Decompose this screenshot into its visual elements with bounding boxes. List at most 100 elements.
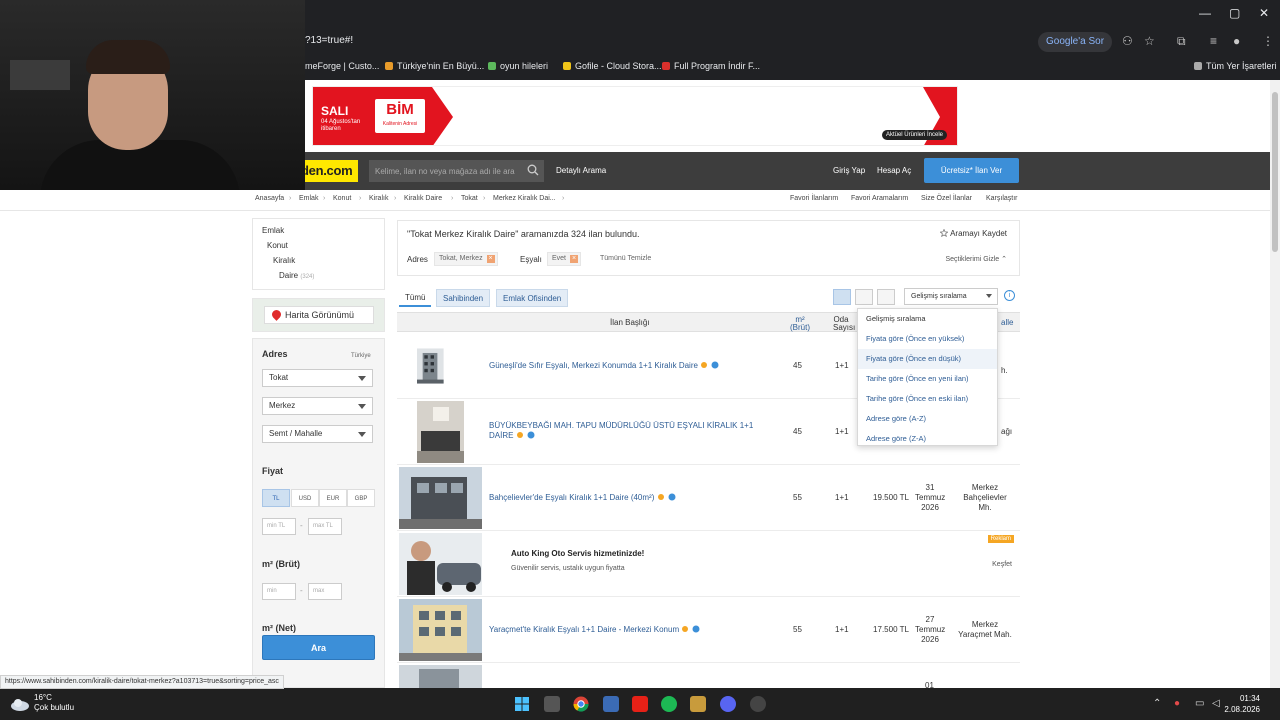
listing-title[interactable]: Yaraçmet'te Kiralık Eşyalı 1+1 Daire - M…	[489, 625, 759, 635]
gross-max-input[interactable]: max	[308, 583, 342, 600]
listing-thumbnail[interactable]	[417, 335, 464, 397]
youtube-icon[interactable]	[632, 696, 648, 712]
sort-option-advanced[interactable]: Gelişmiş sıralama	[858, 309, 997, 329]
remove-tag-icon[interactable]: ×	[570, 255, 579, 263]
breadcrumb-item[interactable]: Konut	[333, 195, 351, 202]
search-submit-button[interactable]: Ara	[262, 635, 375, 660]
menu-icon[interactable]: ⋮	[1262, 34, 1274, 48]
currency-usd[interactable]: USD	[291, 489, 319, 507]
table-row[interactable]: 01	[397, 663, 1020, 690]
sort-option-price-desc[interactable]: Fiyata göre (Önce en yüksek)	[858, 329, 997, 349]
bookmark-item[interactable]: Gofile - Cloud Stora...	[563, 61, 662, 71]
listing-title[interactable]: Güneşli'de Sıfır Eşyalı, Merkezi Konumda…	[489, 361, 759, 371]
sort-option-address-az[interactable]: Adrese göre (A-Z)	[858, 409, 997, 429]
bookmark-item[interactable]: meForge | Custo...	[305, 61, 379, 71]
table-row[interactable]: Yaraçmet'te Kiralık Eşyalı 1+1 Daire - M…	[397, 597, 1020, 663]
all-bookmarks[interactable]: Tüm Yer İşaretleri	[1194, 61, 1277, 71]
extension-icon[interactable]: ⚇	[1122, 34, 1133, 48]
clear-all-link[interactable]: Tümünü Temizle	[600, 255, 651, 262]
app-icon-2[interactable]	[750, 696, 766, 712]
special-listings-link[interactable]: Size Özel İlanlar	[921, 195, 972, 202]
favorite-searches-link[interactable]: Favori Aramalarım	[851, 195, 908, 202]
sort-option-price-asc[interactable]: Fiyata göre (Önce en düşük)	[858, 349, 997, 369]
category-konut[interactable]: Konut	[267, 241, 288, 250]
currency-gbp[interactable]: GBP	[347, 489, 375, 507]
price-max-input[interactable]: max TL	[308, 518, 342, 535]
column-rooms[interactable]: Oda Sayısı	[833, 316, 855, 332]
profile-icon[interactable]: ●	[1233, 34, 1240, 48]
price-min-input[interactable]: min TL	[262, 518, 296, 535]
volume-icon[interactable]: ◁	[1212, 698, 1220, 709]
weather-cloud-icon[interactable]	[10, 696, 30, 712]
map-view-button[interactable]: Harita Görünümü	[264, 306, 374, 324]
neighborhood-select[interactable]: Semt / Mahalle	[262, 425, 373, 443]
close-icon[interactable]: ✕	[1259, 6, 1269, 20]
table-row[interactable]: Bahçelievler'de Eşyalı Kiralık 1+1 Daire…	[397, 465, 1020, 531]
ad-thumbnail[interactable]	[399, 533, 482, 595]
breadcrumb-item[interactable]: Anasayfa	[255, 195, 284, 202]
listing-thumbnail[interactable]	[399, 467, 482, 529]
listing-thumbnail[interactable]	[399, 599, 482, 661]
compare-link[interactable]: Karşılaştır	[986, 195, 1018, 202]
login-link[interactable]: Giriş Yap	[833, 166, 865, 175]
hide-selected-link[interactable]: Seçtiklerimi Gizle ⌃	[946, 255, 1008, 263]
tab-all[interactable]: Tümü	[399, 289, 432, 307]
discord-icon[interactable]	[720, 696, 736, 712]
maximize-icon[interactable]: ▢	[1229, 6, 1240, 20]
sort-option-address-za[interactable]: Adrese göre (Z-A)	[858, 429, 997, 449]
listing-title[interactable]: Bahçelievler'de Eşyalı Kiralık 1+1 Daire…	[489, 493, 759, 503]
bookmark-item[interactable]: Türkiye'nin En Büyü...	[385, 61, 484, 71]
detailed-search-link[interactable]: Detaylı Arama	[556, 166, 606, 175]
gross-min-input[interactable]: min	[262, 583, 296, 600]
view-grid-icon[interactable]	[877, 289, 895, 305]
minimize-icon[interactable]: —	[1199, 6, 1211, 20]
sponsored-row[interactable]: Auto King Oto Servis hizmetinizde! Güven…	[397, 531, 1020, 597]
sort-option-date-new[interactable]: Tarihe göre (Önce en yeni ilan)	[858, 369, 997, 389]
bim-ad-banner[interactable]: SALI 04 Ağustos'tan itibaren BİM Kaliten…	[312, 86, 958, 146]
breadcrumb-item[interactable]: Emlak	[299, 195, 318, 202]
country-label[interactable]: Türkiye	[351, 353, 371, 359]
bookmark-item[interactable]: oyun hileleri	[488, 61, 548, 71]
app-icon[interactable]	[603, 696, 619, 712]
address-filter-tag[interactable]: Tokat, Merkez ×	[434, 252, 498, 266]
ad-cta-button[interactable]: Aktüel Ürünleri İncele	[881, 130, 947, 140]
discover-link[interactable]: Keşfet	[992, 561, 1012, 568]
city-select[interactable]: Tokat	[262, 369, 373, 387]
media-icon[interactable]: ≡	[1210, 34, 1217, 48]
post-ad-button[interactable]: Ücretsiz* İlan Ver	[924, 158, 1019, 183]
view-list-icon[interactable]	[833, 289, 851, 305]
breadcrumb-item[interactable]: Kiralık Daire	[404, 195, 442, 202]
taskbar-clock[interactable]: 01:34 2.08.2026	[1220, 693, 1260, 715]
sort-option-date-old[interactable]: Tarihe göre (Önce en eski ilan)	[858, 389, 997, 409]
favorite-listings-link[interactable]: Favori İlanlarım	[790, 195, 838, 202]
tab-agency[interactable]: Emlak Ofisinden	[496, 289, 569, 307]
column-m2[interactable]: m² (Brüt)	[789, 316, 811, 332]
ad-row-title[interactable]: Auto King Oto Servis hizmetinizde!	[511, 549, 644, 558]
spotify-icon[interactable]	[661, 696, 677, 712]
scrollbar-thumb[interactable]	[1272, 92, 1278, 252]
chrome-icon[interactable]	[573, 696, 589, 712]
address-text[interactable]: ?13=true#!	[305, 35, 353, 46]
category-daire[interactable]: Daire (324)	[279, 271, 314, 280]
weather-widget[interactable]: 16°C Çok bulutlu	[34, 693, 74, 713]
category-emlak[interactable]: Emlak	[262, 226, 284, 235]
windows-start-icon[interactable]	[514, 696, 530, 712]
view-compact-icon[interactable]	[855, 289, 873, 305]
breadcrumb-item[interactable]: Tokat	[461, 195, 478, 202]
tray-chevron-icon[interactable]: ⌃	[1153, 698, 1161, 709]
bookmark-item[interactable]: Full Program İndir F...	[662, 61, 760, 71]
column-neighborhood[interactable]: alle	[1001, 319, 1013, 327]
info-icon[interactable]: i	[1004, 290, 1015, 301]
register-link[interactable]: Hesap Aç	[877, 166, 911, 175]
breadcrumb-item[interactable]: Kiralık	[369, 195, 388, 202]
game-launcher-icon[interactable]	[690, 696, 706, 712]
district-select[interactable]: Merkez	[262, 397, 373, 415]
column-title[interactable]: İlan Başlığı	[610, 319, 650, 327]
bookmark-star-icon[interactable]: ☆	[1144, 34, 1155, 48]
save-search-button[interactable]: Aramayı Kaydet	[940, 229, 1007, 238]
category-kiralik[interactable]: Kiralık	[273, 256, 295, 265]
listing-thumbnail[interactable]	[417, 401, 464, 463]
listing-title[interactable]: BÜYÜKBEYBAĞI MAH. TAPU MÜDÜRLÜĞÜ ÜSTÜ EŞ…	[489, 421, 759, 441]
network-icon[interactable]: ▭	[1195, 698, 1204, 709]
search-icon[interactable]	[527, 164, 539, 176]
